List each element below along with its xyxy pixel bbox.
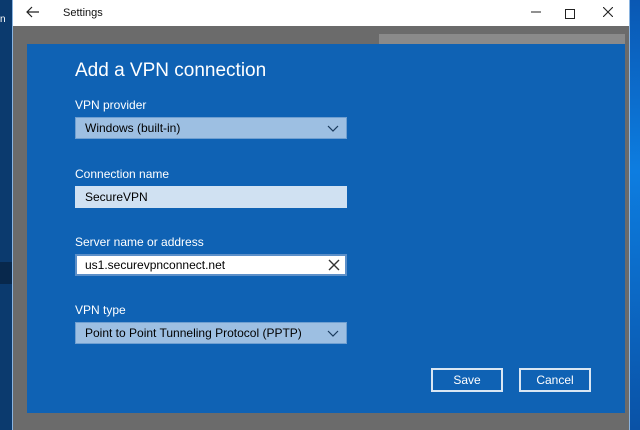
chevron-down-icon	[327, 330, 339, 337]
connection-name-input[interactable]: SecureVPN	[75, 186, 347, 208]
close-button[interactable]	[591, 0, 625, 26]
vpn-type-value: Point to Point Tunneling Protocol (PPTP)	[85, 326, 302, 340]
close-icon	[602, 6, 614, 18]
window-title: Settings	[63, 7, 103, 19]
settings-window: Settings Add a VPN connection VPN provid…	[12, 0, 630, 430]
cancel-button[interactable]: Cancel	[519, 368, 591, 392]
connection-name-label: Connection name	[75, 167, 170, 181]
save-button[interactable]: Save	[431, 368, 503, 392]
minimize-icon	[531, 11, 541, 13]
connection-name-value: SecureVPN	[85, 190, 148, 204]
maximize-icon	[565, 8, 575, 19]
vpn-provider-select[interactable]: Windows (built-in)	[75, 117, 347, 139]
title-bar: Settings	[13, 0, 629, 26]
vpn-provider-label: VPN provider	[75, 98, 147, 112]
vpn-type-label: VPN type	[75, 303, 126, 317]
minimize-button[interactable]	[519, 0, 553, 26]
server-address-label: Server name or address	[75, 235, 204, 249]
vpn-type-select[interactable]: Point to Point Tunneling Protocol (PPTP)	[75, 322, 347, 344]
server-address-input[interactable]: us1.securevpnconnect.net	[75, 254, 347, 276]
clear-text-icon[interactable]	[327, 258, 341, 272]
add-vpn-dialog: Add a VPN connection VPN provider Window…	[27, 44, 625, 413]
back-arrow-icon[interactable]	[23, 4, 43, 22]
desktop-left-edge: n	[0, 0, 12, 430]
maximize-button[interactable]	[553, 0, 587, 26]
dialog-title: Add a VPN connection	[75, 60, 267, 81]
desktop-dark-block	[0, 262, 12, 284]
chevron-down-icon	[327, 125, 339, 132]
server-address-value: us1.securevpnconnect.net	[85, 258, 226, 272]
vpn-provider-value: Windows (built-in)	[85, 121, 181, 135]
desktop-icon-label-fragment: n	[0, 14, 6, 25]
